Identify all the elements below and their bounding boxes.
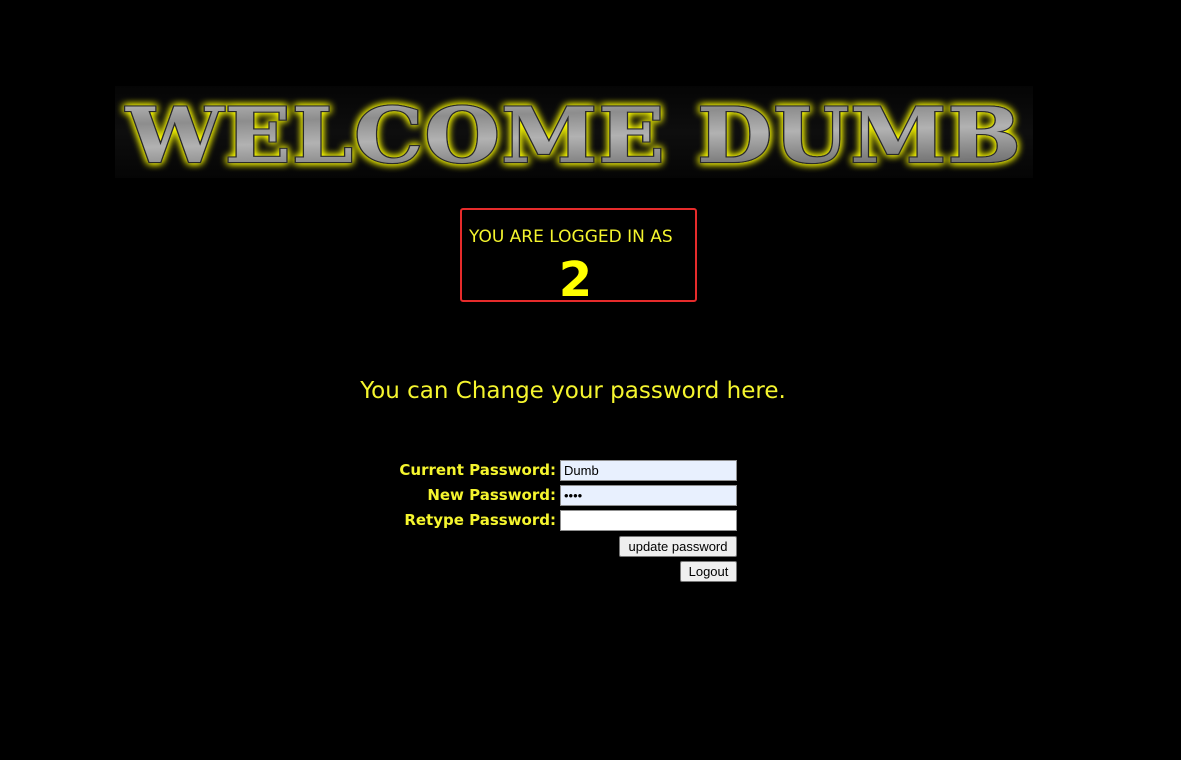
retype-password-label: Retype Password: (404, 511, 556, 529)
banner-title: WELCOME DUMB (125, 91, 1022, 180)
retype-password-field[interactable] (560, 510, 737, 531)
welcome-banner-graphic: WELCOME DUMB (124, 90, 1023, 182)
new-password-field[interactable] (560, 485, 737, 506)
welcome-banner: WELCOME DUMB (115, 86, 1033, 182)
change-password-intro: You can Change your password here. (360, 378, 786, 404)
update-password-button[interactable]: update password (619, 536, 737, 557)
current-password-field[interactable] (560, 460, 737, 481)
logged-in-label: YOU ARE LOGGED IN AS (469, 227, 673, 247)
logged-in-box: YOU ARE LOGGED IN AS 2 (460, 208, 697, 308)
logout-button[interactable]: Logout (680, 561, 737, 582)
new-password-label: New Password: (427, 486, 556, 504)
current-password-label: Current Password: (399, 461, 556, 479)
page: WELCOME DUMB YOU ARE LOGGED IN AS 2 You … (0, 0, 1181, 760)
logged-in-user-id: 2 (558, 252, 593, 308)
